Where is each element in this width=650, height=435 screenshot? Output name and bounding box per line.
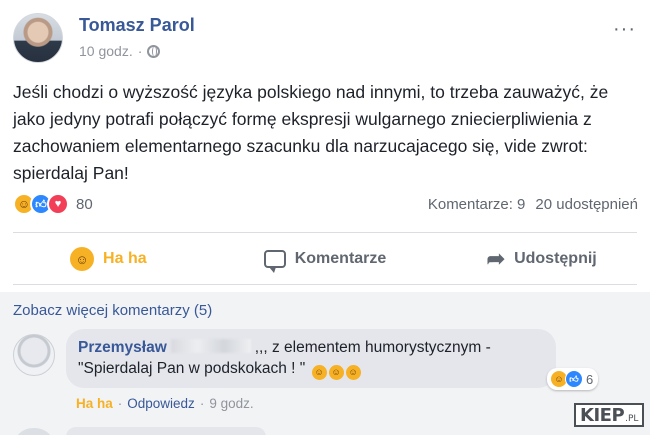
comment-icon — [263, 250, 286, 273]
share-button[interactable]: ➦ Udostępnij — [433, 240, 650, 278]
reaction-summary[interactable]: ☺ 👍︎ ♥ 80 — [13, 193, 93, 215]
post-stats: Komentarze: 9 20 udostępnień — [428, 196, 638, 213]
globe-icon[interactable] — [147, 44, 161, 58]
share-button-label: Udostępnij — [514, 250, 597, 267]
author-avatar[interactable] — [13, 13, 63, 63]
shares-count-link[interactable]: 20 udostępnień — [535, 196, 638, 213]
like-icon: 👍︎ — [565, 370, 583, 388]
laughing-emoji-icon: ☺ — [328, 365, 344, 380]
comments-section: Zobacz więcej komentarzy (5) Przemysław,… — [0, 292, 650, 435]
post-text: Jeśli chodzi o wyższość języka polskiego… — [13, 82, 609, 183]
more-icon[interactable]: ··· — [613, 18, 636, 41]
comments-count-link[interactable]: Komentarze: 9 — [428, 196, 526, 213]
comment-button[interactable]: Komentarze — [217, 240, 434, 278]
meta-separator: · — [137, 43, 143, 59]
laughing-emoji-icon: ☺ — [345, 365, 361, 380]
comment-button-label: Komentarze — [294, 250, 387, 267]
facebook-post: Tomasz Parol 10 godz. · ··· Jeśli chodzi… — [0, 0, 650, 435]
share-icon: ➦ — [486, 246, 506, 271]
haha-icon: ☺ — [70, 247, 95, 271]
watermark-suffix: .PL — [625, 414, 639, 424]
love-icon: ♥ — [47, 193, 69, 215]
comment-bubble: Przemysław ,,, z elementem humorystycznym… — [66, 329, 556, 388]
author-name[interactable]: Tomasz Parol — [79, 15, 195, 36]
watermark-main: KIEP — [580, 405, 625, 426]
comment-reaction-count: 6 — [586, 371, 594, 387]
redacted-surname — [170, 339, 251, 353]
commenter-name[interactable]: Przemysław — [78, 339, 167, 356]
post-time[interactable]: 10 godz. — [79, 43, 133, 59]
commenter-avatar[interactable] — [13, 334, 55, 376]
haha-button-label: Ha ha — [103, 250, 147, 267]
comment-text-part2: "Spierdalaj Pan w podskokach ! " — [78, 360, 306, 377]
comment-actions: Ha ha · Odpowiedz · 9 godz. — [76, 396, 254, 411]
laughing-emoji-icon: ☺ — [311, 365, 327, 380]
comment-reactions[interactable]: ☺ 👍︎ 6 — [547, 368, 599, 390]
post-meta: 10 godz. · — [79, 43, 161, 59]
action-bar: ☺ Ha ha Komentarze ➦ Udostępnij — [0, 240, 650, 278]
haha-button[interactable]: ☺ Ha ha — [0, 240, 217, 278]
separator: · — [117, 396, 123, 411]
next-comment-bubble — [66, 427, 266, 435]
reaction-count: 80 — [76, 195, 93, 213]
reply-link[interactable]: Odpowiedz — [127, 396, 195, 411]
divider — [13, 284, 637, 285]
comment-text-part1: ,,, z elementem humorystycznym - — [254, 339, 491, 356]
next-commenter-avatar[interactable] — [13, 428, 55, 435]
watermark-logo: KIEP .PL — [574, 403, 645, 427]
comment-haha-link[interactable]: Ha ha — [76, 396, 113, 411]
view-more-comments-link[interactable]: Zobacz więcej komentarzy (5) — [13, 302, 212, 319]
separator: · — [199, 396, 205, 411]
comment-time[interactable]: 9 godz. — [209, 396, 253, 411]
divider — [13, 232, 637, 233]
